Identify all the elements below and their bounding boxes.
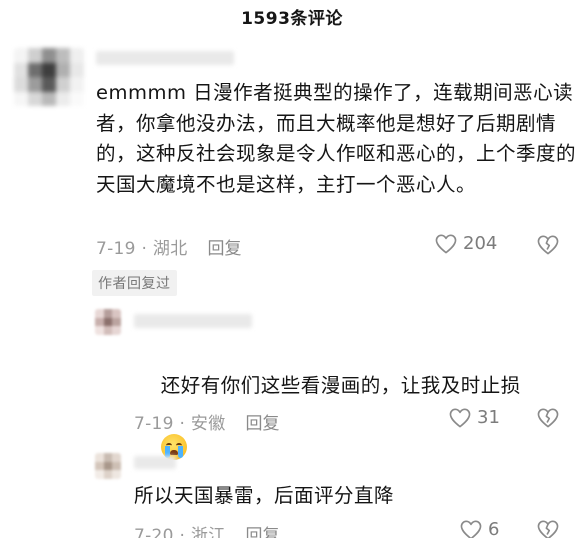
- avatar[interactable]: [95, 453, 121, 479]
- comment-count-header: 1593条评论: [0, 0, 584, 32]
- comment-page: 1593条评论 emmmm 日漫作者挺典型的操作了，连载期间恶心读者，你拿他没办…: [0, 0, 584, 538]
- username-blurred[interactable]: [134, 456, 176, 469]
- like-button[interactable]: 204: [435, 233, 497, 254]
- author-replied-badge: 作者回复过: [92, 270, 177, 296]
- reply-date-location: 7-20 · 浙江: [134, 526, 226, 538]
- reply-text: 所以天国暴雷，后面评分直降: [134, 484, 395, 507]
- heart-outline-icon: [449, 408, 471, 427]
- username-blurred[interactable]: [96, 51, 234, 65]
- like-count: 204: [463, 233, 498, 254]
- broken-heart-icon: [537, 408, 559, 428]
- like-count: 31: [477, 407, 500, 428]
- heart-outline-icon: [460, 520, 482, 538]
- comment-text: emmmm 日漫作者挺典型的操作了，连载期间恶心读者，你拿他没办法，而且大概率他…: [96, 81, 577, 196]
- reply-meta: 7-20 · 浙江 回复: [134, 521, 280, 538]
- broken-heart-icon: [537, 520, 559, 538]
- username-blurred[interactable]: [134, 314, 252, 328]
- like-count: 6: [488, 519, 500, 538]
- dislike-button[interactable]: [537, 520, 559, 538]
- broken-heart-icon: [537, 235, 559, 255]
- like-button[interactable]: 6: [460, 519, 499, 538]
- dislike-button[interactable]: [537, 408, 559, 432]
- reply-button[interactable]: 回复: [208, 234, 242, 259]
- heart-outline-icon: [435, 234, 457, 253]
- dislike-button[interactable]: [537, 235, 559, 259]
- like-button[interactable]: 31: [449, 407, 500, 428]
- comment-date-location: 7-19 · 湖北: [96, 239, 188, 259]
- comment-count-label: 1593条评论: [241, 8, 343, 29]
- reply-text-content: 还好有你们这些看漫画的，让我及时止损: [160, 373, 521, 397]
- comment-meta: 7-19 · 湖北 回复: [96, 234, 242, 259]
- avatar[interactable]: [14, 48, 84, 106]
- reply-date-location: 7-19 · 安徽: [134, 414, 226, 434]
- avatar[interactable]: [95, 309, 121, 335]
- reply-meta: 7-19 · 安徽 回复: [134, 409, 280, 434]
- reply-button[interactable]: 回复: [246, 409, 280, 434]
- reply-button[interactable]: 回复: [246, 521, 280, 538]
